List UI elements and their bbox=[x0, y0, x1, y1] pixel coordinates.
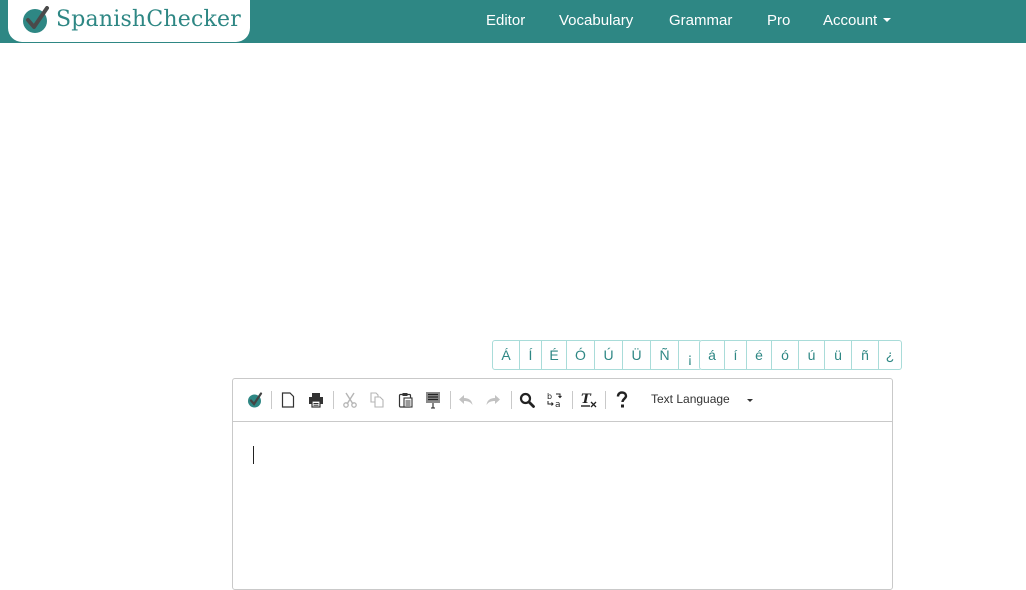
new-page-icon bbox=[281, 392, 295, 408]
brand-logo-link[interactable]: SpanishChecker bbox=[8, 0, 250, 42]
spellcheck-button[interactable] bbox=[244, 389, 266, 411]
toolbar-separator bbox=[450, 391, 451, 409]
char-button[interactable]: ó bbox=[772, 341, 799, 369]
editor-content-area[interactable] bbox=[233, 422, 892, 589]
replace-icon: ba bbox=[547, 392, 562, 409]
char-button[interactable]: é bbox=[747, 341, 772, 369]
svg-text:T: T bbox=[581, 392, 592, 407]
svg-text:b: b bbox=[547, 392, 552, 401]
toolbar-separator bbox=[605, 391, 606, 409]
nav-editor[interactable]: Editor bbox=[486, 12, 525, 29]
help-icon bbox=[616, 391, 628, 408]
brand-name: SpanishChecker bbox=[56, 7, 241, 32]
caret-down-icon[interactable] bbox=[747, 399, 753, 402]
checkmark-circle-icon bbox=[23, 6, 49, 33]
redo-icon bbox=[486, 395, 500, 405]
paste-text-button[interactable] bbox=[422, 389, 444, 411]
text-language-select[interactable]: Text Language bbox=[651, 392, 730, 406]
char-button[interactable]: É bbox=[542, 341, 567, 369]
text-cursor bbox=[253, 446, 254, 464]
svg-text:a: a bbox=[555, 400, 561, 409]
toolbar-separator bbox=[572, 391, 573, 409]
char-button[interactable]: Ñ bbox=[651, 341, 679, 369]
nav-vocabulary[interactable]: Vocabulary bbox=[559, 12, 633, 29]
replace-button[interactable]: ba bbox=[544, 389, 566, 411]
remove-format-icon: T bbox=[581, 392, 597, 408]
cut-button[interactable] bbox=[339, 389, 361, 411]
remove-format-button[interactable]: T bbox=[578, 389, 600, 411]
find-button[interactable] bbox=[516, 389, 538, 411]
spellcheck-icon bbox=[248, 392, 263, 408]
char-button[interactable]: ñ bbox=[852, 341, 879, 369]
undo-icon bbox=[459, 395, 473, 405]
char-button[interactable]: ¡ bbox=[679, 341, 701, 369]
copy-icon bbox=[370, 392, 384, 408]
redo-button[interactable] bbox=[482, 389, 504, 411]
editor-toolbar: ba T Text Language bbox=[233, 379, 892, 422]
print-button[interactable] bbox=[305, 389, 327, 411]
toolbar-separator bbox=[271, 391, 272, 409]
nav-grammar[interactable]: Grammar bbox=[669, 12, 732, 29]
nav-pro[interactable]: Pro bbox=[767, 12, 790, 29]
char-button[interactable]: í bbox=[725, 341, 747, 369]
nav-account-label: Account bbox=[823, 12, 878, 29]
toolbar-separator bbox=[333, 391, 334, 409]
char-button[interactable]: Í bbox=[520, 341, 542, 369]
find-icon bbox=[519, 392, 535, 408]
new-page-button[interactable] bbox=[277, 389, 299, 411]
paste-text-icon bbox=[426, 392, 440, 409]
char-button[interactable]: ú bbox=[799, 341, 825, 369]
char-button[interactable]: Ú bbox=[595, 341, 623, 369]
cut-icon bbox=[343, 392, 357, 408]
navbar: SpanishChecker Editor Vocabulary Grammar… bbox=[0, 0, 1026, 43]
char-button[interactable]: ü bbox=[825, 341, 852, 369]
copy-button[interactable] bbox=[366, 389, 388, 411]
toolbar-separator bbox=[511, 391, 512, 409]
lowercase-char-group: á í é ó ú ü ñ ¿ bbox=[699, 340, 902, 370]
help-button[interactable] bbox=[611, 389, 633, 411]
text-editor: ba T Text Language bbox=[232, 378, 893, 590]
caret-down-icon bbox=[883, 18, 892, 22]
char-button[interactable]: ¿ bbox=[879, 341, 901, 369]
char-button[interactable]: Ó bbox=[567, 341, 595, 369]
char-button[interactable]: Á bbox=[493, 341, 520, 369]
paste-button[interactable] bbox=[395, 389, 417, 411]
nav-account-dropdown[interactable]: Account bbox=[823, 12, 892, 29]
uppercase-char-group: Á Í É Ó Ú Ü Ñ ¡ bbox=[492, 340, 702, 370]
undo-button[interactable] bbox=[455, 389, 477, 411]
char-button[interactable]: á bbox=[700, 341, 725, 369]
paste-icon bbox=[398, 393, 413, 408]
char-button[interactable]: Ü bbox=[623, 341, 651, 369]
print-icon bbox=[309, 393, 323, 408]
